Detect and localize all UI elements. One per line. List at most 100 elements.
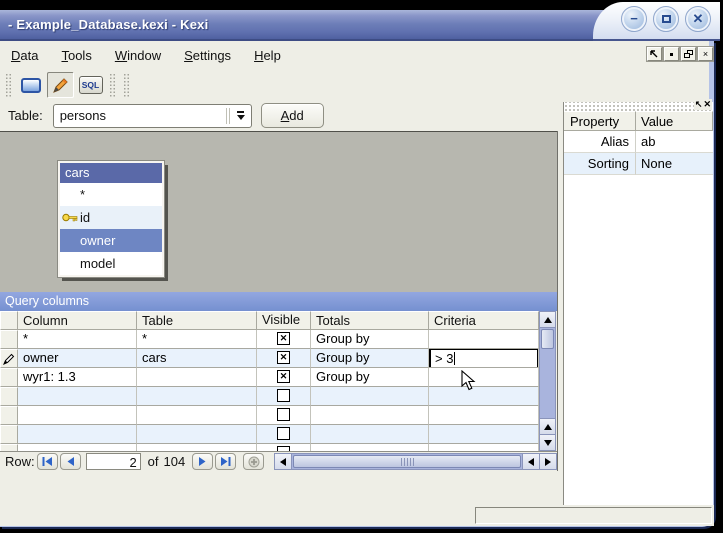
row-number-input[interactable]: 2	[86, 453, 141, 470]
field-row-model[interactable]: model	[60, 252, 162, 275]
visible-checkbox[interactable]: ✕	[277, 332, 290, 345]
toolbar-handle-3[interactable]	[123, 73, 130, 97]
row-header[interactable]	[0, 406, 18, 425]
vertical-scrollbar[interactable]	[539, 311, 556, 451]
cell-criteria[interactable]	[429, 425, 539, 444]
row-header[interactable]	[0, 444, 18, 451]
cell-visible[interactable]: ✕	[257, 368, 311, 387]
last-row-button[interactable]	[215, 453, 236, 470]
close-button[interactable]: ✕	[686, 7, 710, 31]
cell-criteria[interactable]: > 3	[429, 349, 539, 368]
menu-item-help[interactable]: Help	[251, 46, 284, 65]
column-header-table[interactable]: Table	[137, 311, 257, 330]
cell-table[interactable]	[137, 425, 257, 444]
column-header-visible[interactable]: Visible	[257, 311, 311, 330]
visible-checkbox[interactable]	[277, 408, 290, 421]
scroll-left-button-2[interactable]	[522, 454, 539, 469]
property-value[interactable]: ab	[636, 131, 713, 153]
cell-totals[interactable]	[311, 406, 429, 425]
mdi-close-button[interactable]: ×	[698, 47, 713, 61]
menu-item-tools[interactable]: Tools	[58, 46, 94, 65]
data-view-button[interactable]	[17, 72, 44, 98]
scroll-left-button[interactable]	[275, 454, 292, 469]
field-row-id[interactable]: id	[60, 206, 162, 229]
menu-item-window[interactable]: Window	[112, 46, 164, 65]
column-header-criteria[interactable]: Criteria	[429, 311, 539, 330]
minimize-button[interactable]: −	[622, 7, 646, 31]
visible-checkbox[interactable]	[277, 389, 290, 402]
next-row-button[interactable]	[192, 453, 213, 470]
cell-table[interactable]	[137, 406, 257, 425]
cell-totals[interactable]	[311, 444, 429, 451]
toolbar-handle-2[interactable]	[109, 73, 116, 97]
cell-table[interactable]	[137, 387, 257, 406]
column-header-column[interactable]: Column	[18, 311, 137, 330]
horizontal-scrollbar[interactable]	[274, 453, 557, 470]
sql-view-button[interactable]: SQL	[77, 72, 104, 98]
cell-criteria[interactable]	[429, 330, 539, 349]
visible-checkbox[interactable]: ✕	[277, 351, 290, 364]
cell-visible[interactable]: ✕	[257, 349, 311, 368]
property-header[interactable]: Property	[564, 111, 636, 131]
vertical-scroll-thumb[interactable]	[541, 329, 554, 349]
row-header[interactable]	[0, 330, 18, 349]
cell-visible[interactable]	[257, 387, 311, 406]
criteria-editor[interactable]: > 3	[429, 349, 539, 368]
cell-criteria[interactable]	[429, 406, 539, 425]
value-header[interactable]: Value	[636, 111, 713, 131]
combo-dropdown-icon[interactable]	[231, 111, 251, 120]
cell-column[interactable]	[18, 387, 137, 406]
cell-visible[interactable]	[257, 444, 311, 451]
cell-totals[interactable]	[311, 425, 429, 444]
property-row-alias[interactable]: Alias ab	[564, 131, 713, 153]
scroll-up-button[interactable]	[540, 312, 555, 328]
scroll-up-button-2[interactable]	[540, 418, 555, 434]
table-widget-title[interactable]: cars	[60, 163, 162, 183]
panel-float-button[interactable]: ↖	[695, 99, 703, 110]
cell-column[interactable]	[18, 406, 137, 425]
cell-totals[interactable]	[311, 387, 429, 406]
cell-table[interactable]	[137, 368, 257, 387]
cell-column[interactable]: wyr1: 1.3	[18, 368, 137, 387]
cell-criteria[interactable]	[429, 444, 539, 451]
row-header-editing[interactable]	[0, 349, 18, 368]
cell-table[interactable]	[137, 444, 257, 451]
column-header-totals[interactable]: Totals	[311, 311, 429, 330]
add-button[interactable]: Add	[261, 103, 324, 128]
cell-totals[interactable]: Group by	[311, 330, 429, 349]
property-row-sorting[interactable]: Sorting None	[564, 153, 713, 175]
cell-table[interactable]: *	[137, 330, 257, 349]
cell-visible[interactable]	[257, 406, 311, 425]
table-combobox[interactable]: persons	[53, 104, 252, 128]
menu-item-settings[interactable]: Settings	[181, 46, 234, 65]
horizontal-scroll-thumb[interactable]	[293, 455, 521, 468]
panel-drag-handle[interactable]: ↖ ✕	[564, 102, 713, 111]
visible-checkbox[interactable]	[277, 427, 290, 440]
menu-item-data[interactable]: Data	[8, 46, 41, 65]
maximize-button[interactable]	[654, 7, 678, 31]
cell-totals[interactable]: Group by	[311, 368, 429, 387]
cell-column[interactable]	[18, 444, 137, 451]
cell-column[interactable]: *	[18, 330, 137, 349]
cell-column[interactable]	[18, 425, 137, 444]
mdi-undock-button[interactable]	[647, 47, 662, 61]
mdi-dot-button[interactable]	[664, 47, 679, 61]
toolbar-handle[interactable]	[5, 73, 12, 97]
cell-criteria[interactable]	[429, 368, 539, 387]
scroll-right-button[interactable]	[539, 454, 556, 469]
previous-row-button[interactable]	[60, 453, 81, 470]
design-view-button[interactable]	[47, 72, 74, 98]
scroll-down-button[interactable]	[540, 434, 555, 450]
visible-checkbox[interactable]: ✕	[277, 370, 290, 383]
cell-visible[interactable]: ✕	[257, 330, 311, 349]
field-row-star[interactable]: *	[60, 183, 162, 206]
cell-criteria[interactable]	[429, 387, 539, 406]
vertical-scroll-track[interactable]	[540, 350, 555, 418]
row-header[interactable]	[0, 387, 18, 406]
table-widget-cars[interactable]: cars * id owner model	[58, 161, 164, 277]
cell-table[interactable]: cars	[137, 349, 257, 368]
cell-totals[interactable]: Group by	[311, 349, 429, 368]
field-row-owner[interactable]: owner	[60, 229, 162, 252]
cell-column[interactable]: owner	[18, 349, 137, 368]
mdi-restore-button[interactable]	[681, 47, 696, 61]
